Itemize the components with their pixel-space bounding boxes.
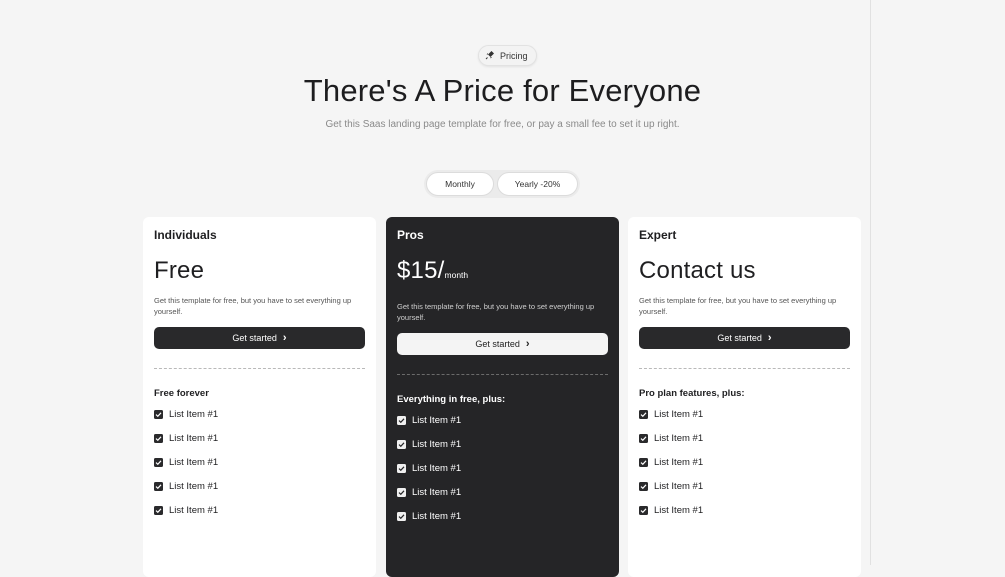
list-item: List Item #1	[397, 463, 461, 487]
checkbox-icon	[397, 440, 406, 449]
list-item-label: List Item #1	[169, 505, 219, 516]
get-started-button[interactable]: Get started ›	[639, 327, 850, 349]
price-unit: month	[444, 270, 469, 280]
list-item: List Item #1	[397, 439, 461, 463]
list-item: List Item #1	[639, 457, 703, 481]
list-item-label: List Item #1	[654, 433, 704, 444]
plan-price: $15/month	[397, 257, 468, 285]
checkbox-icon	[397, 512, 406, 521]
checkbox-icon	[397, 488, 406, 497]
list-item: List Item #1	[397, 487, 461, 511]
features-heading: Free forever	[154, 388, 209, 399]
divider	[639, 368, 850, 369]
list-item: List Item #1	[154, 481, 218, 505]
list-item: List Item #1	[639, 409, 703, 433]
plan-description: Get this template for free, but you have…	[639, 296, 837, 316]
plan-description: Get this template for free, but you have…	[154, 296, 352, 316]
list-item-label: List Item #1	[169, 457, 219, 468]
monthly-toggle-button[interactable]: Monthly	[426, 172, 494, 196]
list-item-label: List Item #1	[412, 415, 462, 426]
feature-list: List Item #1 List Item #1 List Item #1 L…	[639, 409, 703, 529]
list-item-label: List Item #1	[654, 505, 704, 516]
billing-toggle: Monthly Yearly -20%	[424, 170, 580, 198]
badge-label: Pricing	[500, 50, 528, 61]
plan-name: Individuals	[154, 228, 217, 242]
checkbox-icon	[639, 434, 648, 443]
list-item-label: List Item #1	[654, 457, 704, 468]
list-item-label: List Item #1	[412, 439, 462, 450]
list-item: List Item #1	[639, 481, 703, 505]
get-started-button[interactable]: Get started ›	[154, 327, 365, 349]
checkbox-icon	[639, 410, 648, 419]
plan-price: Free	[154, 257, 204, 285]
list-item-label: List Item #1	[169, 481, 219, 492]
features-heading: Everything in free, plus:	[397, 394, 506, 405]
page-title: There's A Price for Everyone	[303, 73, 702, 108]
plan-price: Contact us	[639, 257, 756, 285]
list-item: List Item #1	[154, 457, 218, 481]
checkbox-icon	[639, 458, 648, 467]
chevron-right-icon: ›	[767, 332, 772, 344]
get-started-button[interactable]: Get started ›	[397, 333, 608, 355]
checkbox-icon	[154, 506, 163, 515]
plan-name: Expert	[639, 228, 677, 242]
checkbox-icon	[397, 464, 406, 473]
list-item-label: List Item #1	[654, 481, 704, 492]
checkbox-icon	[154, 434, 163, 443]
list-item: List Item #1	[154, 505, 218, 529]
price-value: Free	[154, 257, 205, 284]
list-item: List Item #1	[154, 433, 218, 457]
page-subtitle: Get this Saas landing page template for …	[325, 119, 680, 130]
chevron-right-icon: ›	[525, 338, 530, 350]
checkbox-icon	[154, 482, 163, 491]
price-value: Contact us	[639, 257, 756, 284]
list-item: List Item #1	[154, 409, 218, 433]
rocket-icon	[485, 50, 495, 62]
feature-list: List Item #1 List Item #1 List Item #1 L…	[154, 409, 218, 529]
list-item-label: List Item #1	[412, 463, 462, 474]
list-item: List Item #1	[639, 433, 703, 457]
checkbox-icon	[639, 506, 648, 515]
list-item: List Item #1	[397, 511, 461, 535]
cta-label: Get started	[232, 333, 277, 343]
checkbox-icon	[154, 410, 163, 419]
list-item: List Item #1	[397, 415, 461, 439]
checkbox-icon	[397, 416, 406, 425]
list-item: List Item #1	[639, 505, 703, 529]
yearly-toggle-button[interactable]: Yearly -20%	[497, 172, 578, 196]
plan-card-individuals: Individuals Free Get this template for f…	[143, 217, 376, 577]
checkbox-icon	[639, 482, 648, 491]
divider	[154, 368, 365, 369]
list-item-label: List Item #1	[169, 433, 219, 444]
pricing-badge: Pricing	[478, 45, 537, 66]
checkbox-icon	[154, 458, 163, 467]
cta-label: Get started	[717, 333, 762, 343]
list-item-label: List Item #1	[412, 487, 462, 498]
list-item-label: List Item #1	[654, 409, 704, 420]
plan-description: Get this template for free, but you have…	[397, 302, 595, 322]
plan-card-expert: Expert Contact us Get this template for …	[628, 217, 861, 577]
list-item-label: List Item #1	[412, 511, 462, 522]
plan-card-pros: Pros $15/month Get this template for fre…	[386, 217, 619, 577]
divider	[397, 374, 608, 375]
plan-name: Pros	[397, 228, 424, 242]
chevron-right-icon: ›	[282, 332, 287, 344]
cta-label: Get started	[475, 339, 520, 349]
price-value: $15/	[397, 257, 445, 284]
list-item-label: List Item #1	[169, 409, 219, 420]
features-heading: Pro plan features, plus:	[639, 388, 745, 399]
feature-list: List Item #1 List Item #1 List Item #1 L…	[397, 415, 461, 535]
